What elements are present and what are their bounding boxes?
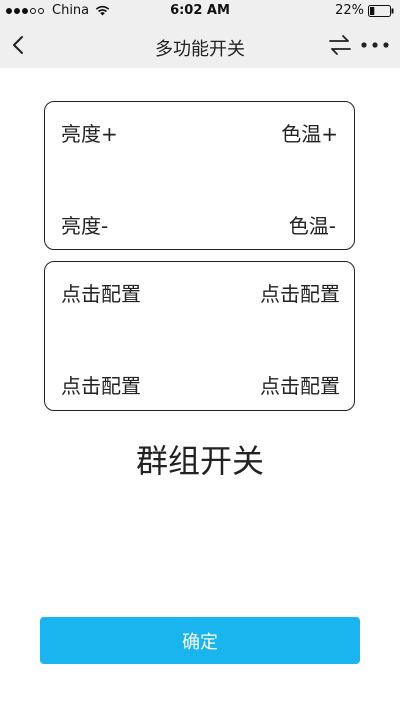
brightness-down-button[interactable]: 亮度- xyxy=(61,210,108,239)
color-temp-up-button[interactable]: 色温+ xyxy=(281,118,338,147)
group-switch-title: 群组开关 xyxy=(135,442,264,480)
confirm-button[interactable]: 确定 xyxy=(40,617,360,664)
status-right: 22% xyxy=(335,3,394,18)
more-dots-icon[interactable] xyxy=(360,34,390,56)
remote-panel-bottom: 点击配置 点击配置 点击配置 点击配置 xyxy=(44,261,355,411)
battery-percent: 22% xyxy=(335,3,364,18)
remote-panel-top: 亮度+ 色温+ 亮度- 色温- xyxy=(44,101,355,250)
color-temp-down-button[interactable]: 色温- xyxy=(289,210,336,239)
configure-button-2[interactable]: 点击配置 xyxy=(260,278,340,307)
swap-arrows-icon[interactable] xyxy=(328,34,352,56)
configure-button-4[interactable]: 点击配置 xyxy=(260,370,340,399)
configure-button-1[interactable]: 点击配置 xyxy=(61,278,141,307)
brightness-up-button[interactable]: 亮度+ xyxy=(61,118,118,147)
battery-icon xyxy=(368,4,394,17)
configure-button-3[interactable]: 点击配置 xyxy=(61,370,141,399)
status-bar: China 6:02 AM 22% xyxy=(0,0,400,22)
nav-bar: 多功能开关 xyxy=(0,22,400,68)
